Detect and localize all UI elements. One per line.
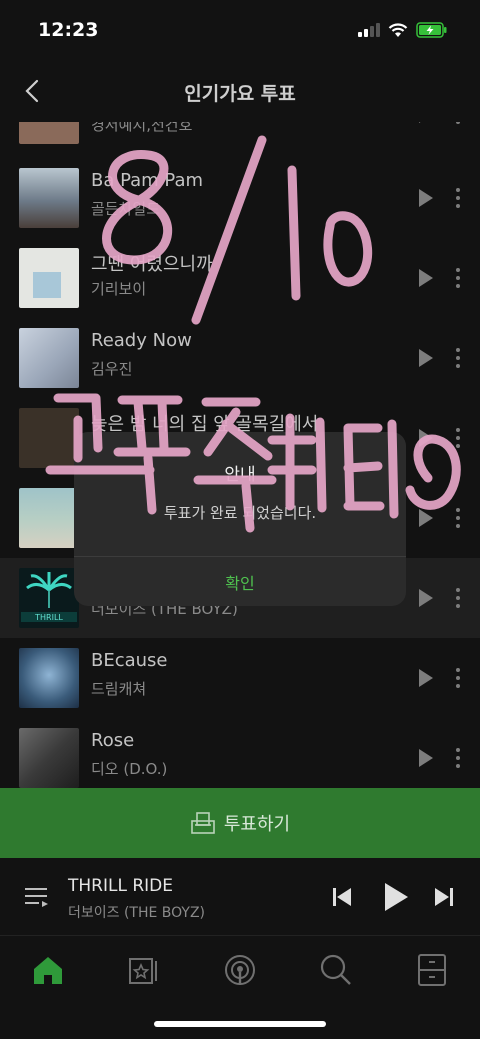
battery-charging-icon [416, 22, 447, 38]
play-icon[interactable] [417, 668, 435, 688]
dialog-title: 안내 [224, 465, 256, 485]
song-row[interactable]: Ba Pam Pam 골든차일드 [0, 158, 480, 238]
now-playing-artist: 더보이즈 (THE BOYZ) [68, 905, 206, 921]
song-title: Rose [91, 730, 135, 751]
more-options-icon[interactable] [450, 122, 466, 126]
now-playing-title: THRILL RIDE [68, 876, 173, 896]
vote-button-label: 투표하기 [223, 814, 291, 835]
svg-text:THRILL: THRILL [34, 613, 63, 622]
song-title: 그땐 어렸으니까 [91, 254, 213, 275]
album-art [19, 728, 79, 788]
home-icon[interactable] [30, 952, 66, 988]
mini-player[interactable]: THRILL RIDE 더보이즈 (THE BOYZ) [0, 858, 480, 936]
album-art [19, 648, 79, 708]
dialog-message: 투표가 완료 되었습니다. [163, 504, 317, 522]
wifi-icon [388, 22, 408, 37]
album-art [19, 248, 79, 308]
library-icon[interactable] [126, 952, 162, 988]
song-title: Ba Pam Pam [91, 170, 204, 191]
status-time: 12:23 [38, 19, 99, 41]
play-icon[interactable] [417, 268, 435, 288]
next-track-icon[interactable] [432, 885, 456, 909]
album-art [19, 408, 79, 468]
album-art [19, 168, 79, 228]
vote-box-icon [191, 812, 215, 834]
song-title: BEcause [91, 650, 168, 671]
play-icon[interactable] [417, 508, 435, 528]
song-row[interactable]: 그땐 어렸으니까 기리보이 [0, 238, 480, 318]
play-icon[interactable] [417, 748, 435, 768]
song-row[interactable]: 경서예지,전건호 [0, 122, 480, 154]
song-artist: 기리보이 [91, 280, 147, 298]
more-options-icon[interactable] [450, 506, 466, 530]
song-artist: 드림캐쳐 [91, 680, 147, 698]
album-art [19, 328, 79, 388]
cellular-signal-icon [358, 23, 380, 37]
album-art: THRILL [19, 568, 79, 628]
more-options-icon[interactable] [450, 586, 466, 610]
page-title: 인기가요 투표 [184, 82, 296, 105]
play-icon[interactable] [417, 588, 435, 608]
play-icon[interactable] [417, 348, 435, 368]
more-options-icon[interactable] [450, 746, 466, 770]
status-bar: 12:23 [0, 0, 480, 60]
home-indicator[interactable] [154, 1021, 326, 1027]
play-icon[interactable] [417, 122, 435, 124]
previous-track-icon[interactable] [330, 885, 354, 909]
nav-header: 인기가요 투표 [0, 62, 480, 122]
more-options-icon[interactable] [450, 266, 466, 290]
back-chevron-icon[interactable] [18, 76, 48, 106]
song-artist: 김우진 [91, 360, 133, 378]
dialog-confirm-button[interactable]: 확인 [74, 557, 406, 606]
playlist-icon[interactable] [22, 882, 52, 912]
more-options-icon[interactable] [450, 346, 466, 370]
storage-icon[interactable] [414, 952, 450, 988]
tab-bar [0, 936, 480, 1039]
play-icon[interactable] [417, 428, 435, 448]
vote-complete-dialog: 안내 투표가 완료 되었습니다. 확인 [74, 432, 406, 606]
play-pause-icon[interactable] [381, 881, 411, 913]
more-options-icon[interactable] [450, 426, 466, 450]
song-artist: 디오 (D.O.) [91, 760, 168, 778]
song-row[interactable]: Rose 디오 (D.O.) [0, 718, 480, 788]
more-options-icon[interactable] [450, 186, 466, 210]
status-icons [358, 22, 448, 38]
album-art [19, 488, 79, 548]
vote-button[interactable]: 투표하기 [0, 788, 480, 858]
podcast-icon[interactable] [222, 952, 258, 988]
more-options-icon[interactable] [450, 666, 466, 690]
album-art [19, 122, 79, 144]
play-icon[interactable] [417, 188, 435, 208]
song-artist: 골든차일드 [91, 200, 161, 218]
song-title: Ready Now [91, 330, 192, 351]
song-row[interactable]: BEcause 드림캐쳐 [0, 638, 480, 718]
search-icon[interactable] [318, 952, 354, 988]
song-artist: 경서예지,전건호 [91, 122, 193, 134]
song-row[interactable]: Ready Now 김우진 [0, 318, 480, 398]
